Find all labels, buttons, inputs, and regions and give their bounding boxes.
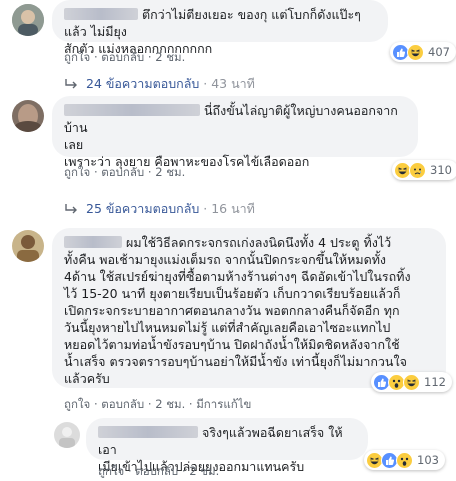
comment-text-line: 4ด้าน ใช้สเปรย์ฆ่ายุงที่ซื้อตามห้างร้านต… xyxy=(64,269,411,284)
comment-bubble: ผมใช้วิธีลดกระจกรถเก่งลงนิดนึงทั้ง 4 ประ… xyxy=(52,228,446,388)
reply-link[interactable]: ตอบกลับ xyxy=(135,464,178,478)
comment-actions: ถูกใจ · ตอบกลับ · 2 ชม. xyxy=(64,49,185,67)
wow-reaction-icon xyxy=(396,451,413,469)
reply-timestamp: 43 นาที xyxy=(211,76,255,91)
timestamp[interactable]: 2 ชม. xyxy=(155,397,185,411)
comment-text-line: น้ำเสร็จ ตรวจตรารอบๆบ้านอย่าให้มีน้ำขัง … xyxy=(64,354,407,369)
reply-link[interactable]: ตอบกลับ xyxy=(101,50,144,64)
edited-label[interactable]: มีการแก้ไข xyxy=(196,397,251,411)
like-link[interactable]: ถูกใจ xyxy=(64,50,90,64)
reaction-count: 407 xyxy=(428,45,450,59)
reaction-summary[interactable]: 112 xyxy=(371,372,452,392)
comment-text-line: ผมใช้วิธีลดกระจกรถเก่งลงนิดนึงทั้ง 4 ประ… xyxy=(126,235,392,250)
avatar-image xyxy=(12,230,44,262)
like-link[interactable]: ถูกใจ xyxy=(64,397,90,411)
blurred-author-name[interactable] xyxy=(64,104,200,116)
comment-text-line: หยอดไว้ตามท่อน้ำขังรอบๆบ้าน ปิดฝาถังน้ำใ… xyxy=(64,337,400,352)
avatar-image xyxy=(12,100,44,132)
view-replies-link[interactable]: 25 ข้อความตอบกลับ · 16 นาที xyxy=(64,199,255,219)
view-replies-link[interactable]: 24 ข้อความตอบกลับ · 43 นาที xyxy=(64,74,255,94)
like-link[interactable]: ถูกใจ xyxy=(64,165,90,179)
comment-text-line: เปิดกระจกระบายอากาศตอนกลางวัน พอตกกลางคื… xyxy=(64,303,400,318)
blurred-author-name[interactable] xyxy=(64,236,122,248)
comment-actions: ถูกใจ · ตอบกลับ · 2 ชม. xyxy=(98,463,219,481)
sad-reaction-icon xyxy=(409,161,426,179)
timestamp[interactable]: 2 ชม. xyxy=(189,464,219,478)
blurred-author-name[interactable] xyxy=(64,8,138,20)
like-link[interactable]: ถูกใจ xyxy=(98,464,124,478)
comment-bubble: ตึกว่าไม่ตียงเยอะ ของกุ แต่โบกก็ดังแป๊ะๆ… xyxy=(52,0,388,56)
reply-arrow-icon xyxy=(65,204,77,214)
avatar[interactable] xyxy=(12,4,44,36)
comment-actions: ถูกใจ · ตอบกลับ · 2 ชม. xyxy=(64,164,185,182)
reply-count-label: 25 ข้อความตอบกลับ xyxy=(86,201,200,216)
comment-text-line: เลย xyxy=(64,137,84,152)
avatar[interactable] xyxy=(54,422,80,448)
comment-text-line: ไว้ 15-20 นาที ยุงตายเรียบเป็นร้อยตัว เก… xyxy=(64,286,401,301)
haha-reaction-icon xyxy=(403,373,420,391)
blurred-author-name[interactable] xyxy=(98,426,198,438)
reaction-count: 310 xyxy=(430,163,452,177)
comment-text-line: วันนี้ยุงหายไปไหนหมดไม่รู้ แต่ที่สำคัญเล… xyxy=(64,320,391,335)
avatar-image xyxy=(54,422,80,448)
reply-link[interactable]: ตอบกลับ xyxy=(101,165,144,179)
reaction-count: 103 xyxy=(417,453,439,467)
reaction-count: 112 xyxy=(424,375,446,389)
avatar[interactable] xyxy=(12,230,44,262)
reply-timestamp: 16 นาที xyxy=(211,201,255,216)
timestamp[interactable]: 2 ชม. xyxy=(155,165,185,179)
comment-bubble: จริงๆแล้วพอฉีดยาเสร็จ ให้เอา เมียเข้าไปแ… xyxy=(86,418,368,474)
comment-actions: ถูกใจ · ตอบกลับ · 2 ชม. · มีการแก้ไข xyxy=(64,396,251,414)
reply-count-label: 24 ข้อความตอบกลับ xyxy=(86,76,200,91)
reply-arrow-icon xyxy=(65,79,77,89)
avatar-image xyxy=(12,4,44,36)
haha-reaction-icon xyxy=(407,43,424,61)
reaction-summary[interactable]: 103 xyxy=(364,450,445,470)
reaction-summary[interactable]: 407 xyxy=(390,42,456,62)
comment-bubble: นี่ถึงขั้นไล่ญาติผู้ใหญ่บางคนออกจากบ้าน … xyxy=(52,96,418,169)
comment-text-line: ทั้งคืน พอเช้ามายุงแม่งเต็มรถ จากนั้นปิด… xyxy=(64,252,387,267)
reaction-summary[interactable]: 310 xyxy=(392,160,456,180)
reply-link[interactable]: ตอบกลับ xyxy=(101,397,144,411)
avatar[interactable] xyxy=(12,100,44,132)
timestamp[interactable]: 2 ชม. xyxy=(155,50,185,64)
